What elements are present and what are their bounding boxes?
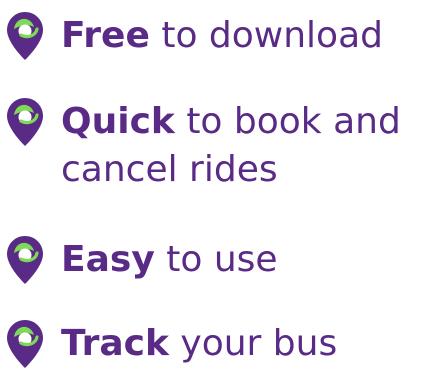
feature-rest: to download (161, 15, 383, 56)
feature-item-free: Free to download (0, 0, 426, 60)
location-pin-icon (7, 12, 43, 60)
feature-rest: your bus (180, 323, 338, 364)
location-pin-icon (7, 320, 43, 368)
feature-rest: to book and (186, 101, 401, 142)
feature-item-track: Track your bus (0, 308, 426, 368)
feature-text: Quick to book and cancel rides (61, 98, 416, 194)
location-pin-icon (7, 98, 43, 146)
feature-strong: Free (61, 15, 150, 56)
feature-text: Free to download (61, 12, 383, 60)
feature-rest-line2: cancel rides (61, 149, 278, 190)
feature-rest: to use (166, 239, 278, 280)
feature-item-easy: Easy to use (0, 224, 426, 284)
feature-strong: Quick (61, 101, 175, 142)
feature-list: Free to download Quick to book and cance… (0, 0, 426, 373)
feature-strong: Easy (61, 239, 155, 280)
feature-text: Easy to use (61, 236, 278, 284)
location-pin-icon (7, 236, 43, 284)
feature-text: Track your bus (61, 320, 337, 368)
feature-item-quick: Quick to book and cancel rides (0, 86, 426, 206)
feature-strong: Track (61, 323, 169, 364)
